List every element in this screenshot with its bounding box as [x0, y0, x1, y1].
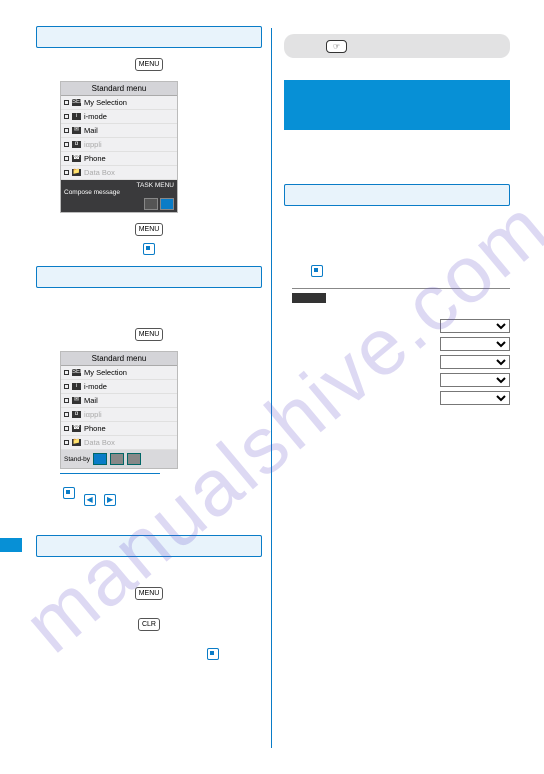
section-heading-4	[284, 184, 510, 206]
section-heading-3	[36, 535, 262, 557]
form-field-label	[292, 293, 326, 303]
section-heading-1	[36, 26, 262, 48]
settings-form	[292, 288, 510, 405]
menu-item: 📁Data Box	[61, 166, 177, 180]
menu-key-icon: MENU	[135, 58, 164, 71]
page-tab	[0, 538, 22, 552]
dropdown-3[interactable]	[440, 355, 510, 369]
section-heading-solid	[284, 80, 510, 130]
menu-item: ii-mode	[61, 110, 177, 124]
menu-item: ii-mode	[61, 380, 177, 394]
select-key-icon	[63, 487, 75, 499]
phone-screen-2: Standard menu SELMy Selection ii-mode ✉M…	[60, 351, 178, 469]
menu-item: ✉Mail	[61, 124, 177, 138]
right-arrow-icon: ▶	[104, 494, 116, 506]
left-column: MENU Standard menu SELMy Selection ii-mo…	[36, 20, 262, 665]
phone-footer: TASK MENU Compose message	[61, 180, 177, 212]
dropdown-2[interactable]	[440, 337, 510, 351]
menu-item: 📁Data Box	[61, 436, 177, 450]
select-key-icon	[143, 243, 155, 255]
phone-footer-2: Stand-by	[61, 450, 177, 468]
column-divider	[271, 28, 272, 748]
menu-key-icon: MENU	[135, 328, 164, 341]
menu-key-icon: MENU	[135, 587, 164, 600]
menu-item: SELMy Selection	[61, 96, 177, 110]
dropdown-4[interactable]	[440, 373, 510, 387]
menu-item: ✉Mail	[61, 394, 177, 408]
menu-item: ☎Phone	[61, 152, 177, 166]
menu-item: αiαppli	[61, 408, 177, 422]
menu-item: αiαppli	[61, 138, 177, 152]
key-instruction-bar: ☞	[284, 34, 510, 58]
left-arrow-icon: ◀	[84, 494, 96, 506]
menu-item: SELMy Selection	[61, 366, 177, 380]
phone-title: Standard menu	[61, 352, 177, 366]
select-key-icon	[311, 265, 323, 277]
menu-item: ☎Phone	[61, 422, 177, 436]
dropdown-5[interactable]	[440, 391, 510, 405]
clr-key-icon: CLR	[138, 618, 160, 631]
select-key-icon	[207, 648, 219, 660]
phone-title: Standard menu	[61, 82, 177, 96]
menu-key-icon: MENU	[135, 223, 164, 236]
section-heading-2	[36, 266, 262, 288]
dropdown-1[interactable]	[440, 319, 510, 333]
end-key-icon: ☞	[326, 40, 347, 53]
right-column: ☞	[284, 20, 510, 411]
phone-screen-1: Standard menu SELMy Selection ii-mode ✉M…	[60, 81, 178, 213]
